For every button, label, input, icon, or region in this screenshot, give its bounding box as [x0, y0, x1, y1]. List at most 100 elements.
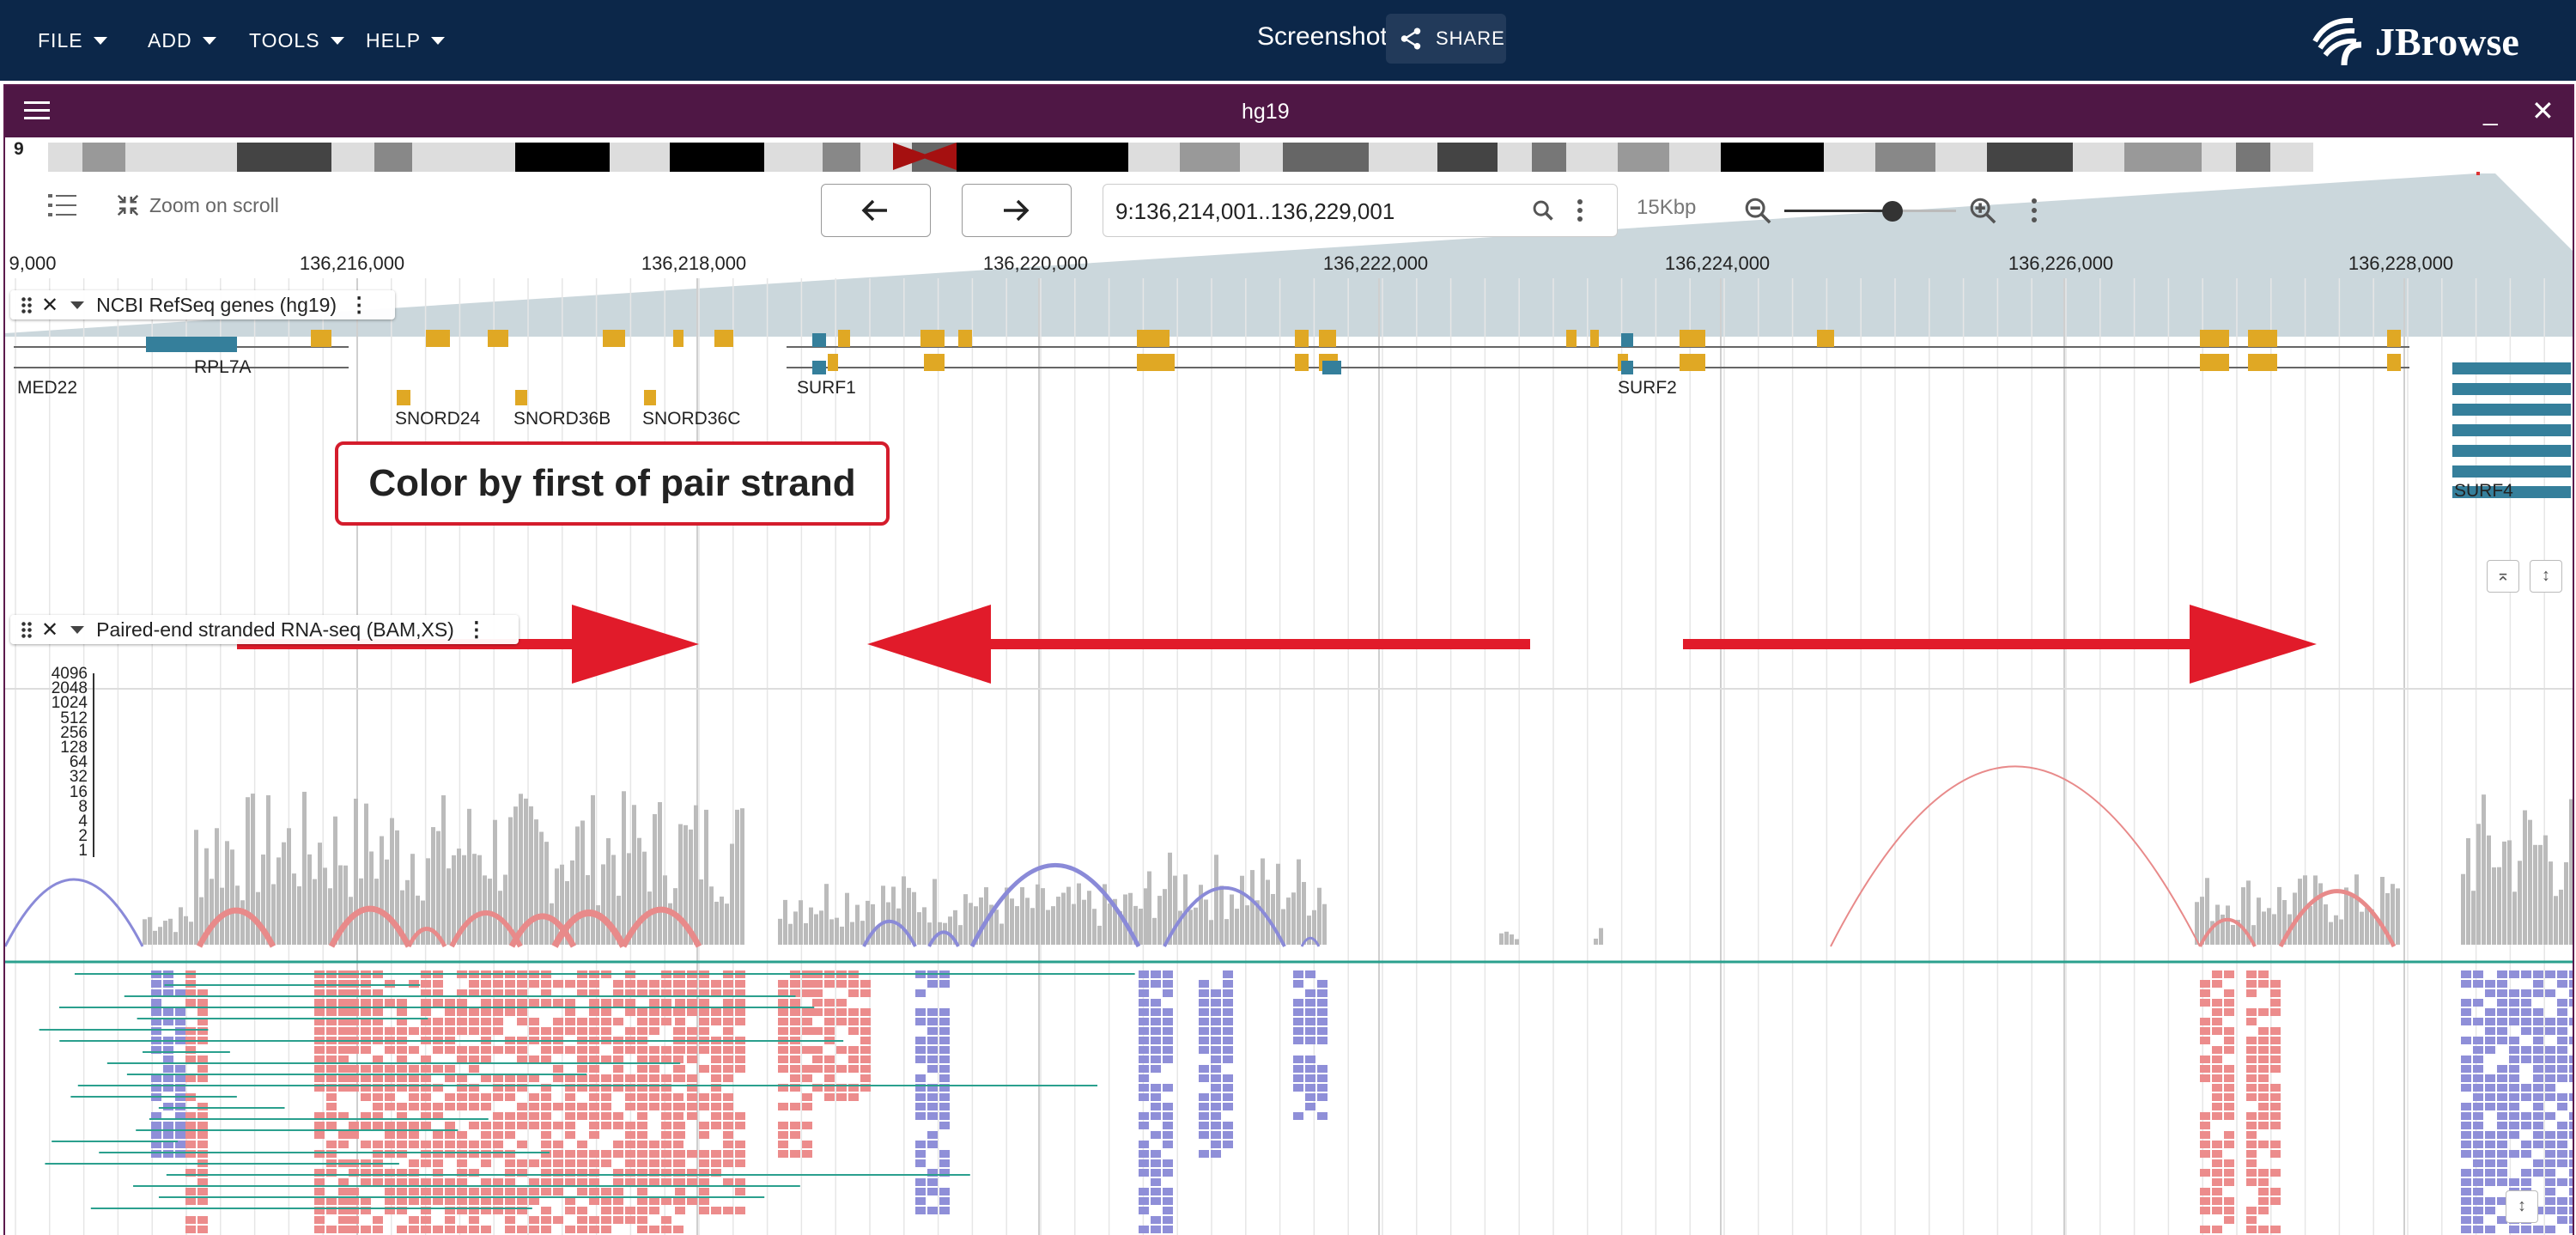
ideogram-band	[82, 143, 125, 172]
read-segment	[2557, 980, 2567, 988]
read-segment	[1139, 1150, 1149, 1158]
coverage-bar	[184, 916, 188, 945]
track-menu-icon[interactable]: ⋮	[466, 618, 487, 642]
read-segment	[699, 1159, 709, 1167]
exon	[1566, 330, 1577, 347]
gene-label[interactable]: SNORD36C	[642, 409, 740, 429]
read-segment	[649, 1008, 659, 1016]
read-segment	[2545, 970, 2555, 978]
view-menu-icon[interactable]	[2030, 198, 2038, 223]
read-segment	[1199, 1008, 1209, 1016]
read-segment	[151, 1150, 161, 1158]
read-segment	[2509, 1226, 2519, 1233]
read-segment	[2200, 1169, 2210, 1177]
gene-label[interactable]: SURF4	[2454, 481, 2513, 502]
drag-handle-icon[interactable]	[21, 621, 33, 638]
read-segment	[601, 1074, 611, 1082]
read-segment	[2569, 1037, 2573, 1044]
gene-label[interactable]: SNORD36B	[513, 409, 611, 429]
read-segment	[1211, 1008, 1221, 1016]
read-segment	[1139, 1207, 1149, 1214]
session-title[interactable]: Screenshot	[1257, 22, 1388, 52]
gene-label[interactable]: SURF2	[1618, 378, 1677, 398]
read-segment	[1211, 1074, 1221, 1082]
minimize-icon[interactable]: _	[2483, 98, 2498, 127]
read-segment	[2246, 1037, 2257, 1044]
add-menu[interactable]: ADD	[148, 0, 216, 81]
track-menu-icon[interactable]: ⋮	[349, 293, 369, 318]
coverage-bar	[783, 899, 787, 945]
read-segment	[649, 1178, 659, 1186]
read-segment	[778, 1018, 788, 1025]
zoom-in-icon[interactable]	[1968, 196, 1997, 225]
read-segment	[1139, 1226, 1149, 1233]
resize-track-icon[interactable]: ↕	[2506, 1190, 2538, 1223]
coverage-bar	[1015, 906, 1019, 945]
close-icon[interactable]: ✕	[2531, 94, 2555, 127]
gene-label[interactable]: SURF1	[797, 378, 856, 398]
read-segment	[529, 1027, 539, 1035]
drag-handle-icon[interactable]	[21, 296, 33, 313]
coverage-bar	[855, 904, 860, 945]
search-icon[interactable]	[1531, 198, 1555, 222]
read-segment	[2461, 1037, 2471, 1044]
coverage-bar	[1266, 879, 1270, 945]
pan-left-button[interactable]	[821, 184, 931, 237]
share-button[interactable]: SHARE	[1386, 14, 1506, 64]
zoom-out-icon[interactable]	[1743, 196, 1772, 225]
read-segment	[2545, 1018, 2555, 1025]
more-vert-icon[interactable]	[1576, 198, 1584, 222]
collapse-track-icon[interactable]	[70, 625, 85, 634]
zoom-on-scroll-toggle[interactable]: Zoom on scroll	[115, 192, 279, 218]
coverage-bar	[2349, 894, 2354, 945]
coverage-bar	[2324, 904, 2328, 945]
collapse-track-icon[interactable]	[70, 301, 85, 309]
read-segment	[469, 1216, 479, 1224]
file-menu[interactable]: FILE	[38, 0, 107, 81]
coverage-bar	[369, 851, 374, 945]
read-segment	[2569, 1188, 2573, 1195]
read-segment	[349, 1074, 359, 1082]
read-segment	[589, 1046, 599, 1054]
read-segment	[2545, 989, 2555, 997]
read-segment	[2557, 1207, 2567, 1214]
tools-menu[interactable]: TOOLS	[249, 0, 344, 81]
track-selector-icon[interactable]	[48, 192, 77, 222]
read-segment	[2270, 980, 2281, 988]
gene-label[interactable]: MED22	[17, 378, 77, 398]
read-segment	[385, 1027, 395, 1035]
menu-icon[interactable]	[24, 100, 50, 122]
read-segment	[2545, 1150, 2555, 1158]
read-segment	[541, 999, 551, 1007]
read-segment	[326, 1056, 337, 1063]
locus-search-input[interactable]: 9:136,214,001..136,229,001	[1103, 184, 1618, 237]
pan-right-button[interactable]	[962, 184, 1072, 237]
chromosome-ideogram[interactable]	[5, 137, 2573, 173]
gene-label[interactable]: RPL7A	[194, 357, 252, 378]
coverage-bar	[287, 828, 291, 945]
resize-height-icon[interactable]: ↕	[2530, 560, 2562, 593]
read-segment	[338, 1074, 349, 1082]
collapse-height-icon[interactable]: ⌅	[2487, 560, 2519, 593]
help-menu[interactable]: HELP	[366, 0, 446, 81]
read-segment	[1305, 1084, 1315, 1092]
read-segment	[1293, 1112, 1303, 1120]
read-segment	[2212, 1074, 2222, 1082]
close-track-icon[interactable]: ✕	[41, 618, 58, 642]
read-segment	[687, 1074, 697, 1082]
read-segment	[2521, 1141, 2531, 1148]
close-track-icon[interactable]: ✕	[41, 293, 58, 318]
zoom-slider-thumb[interactable]	[1882, 201, 1903, 222]
read-segment	[711, 1065, 721, 1073]
read-segment	[2212, 1018, 2222, 1025]
gene-label[interactable]: SNORD24	[395, 409, 480, 429]
read-segment	[613, 999, 623, 1007]
read-segment	[326, 1122, 337, 1129]
read-segment	[151, 999, 161, 1007]
read-segment	[421, 1074, 431, 1082]
view-title[interactable]: hg19	[1242, 100, 1290, 125]
coverage-bar	[2497, 867, 2501, 945]
read-pileup[interactable]	[5, 960, 2573, 1233]
read-segment	[1211, 1018, 1221, 1025]
read-segment	[2557, 1150, 2567, 1158]
